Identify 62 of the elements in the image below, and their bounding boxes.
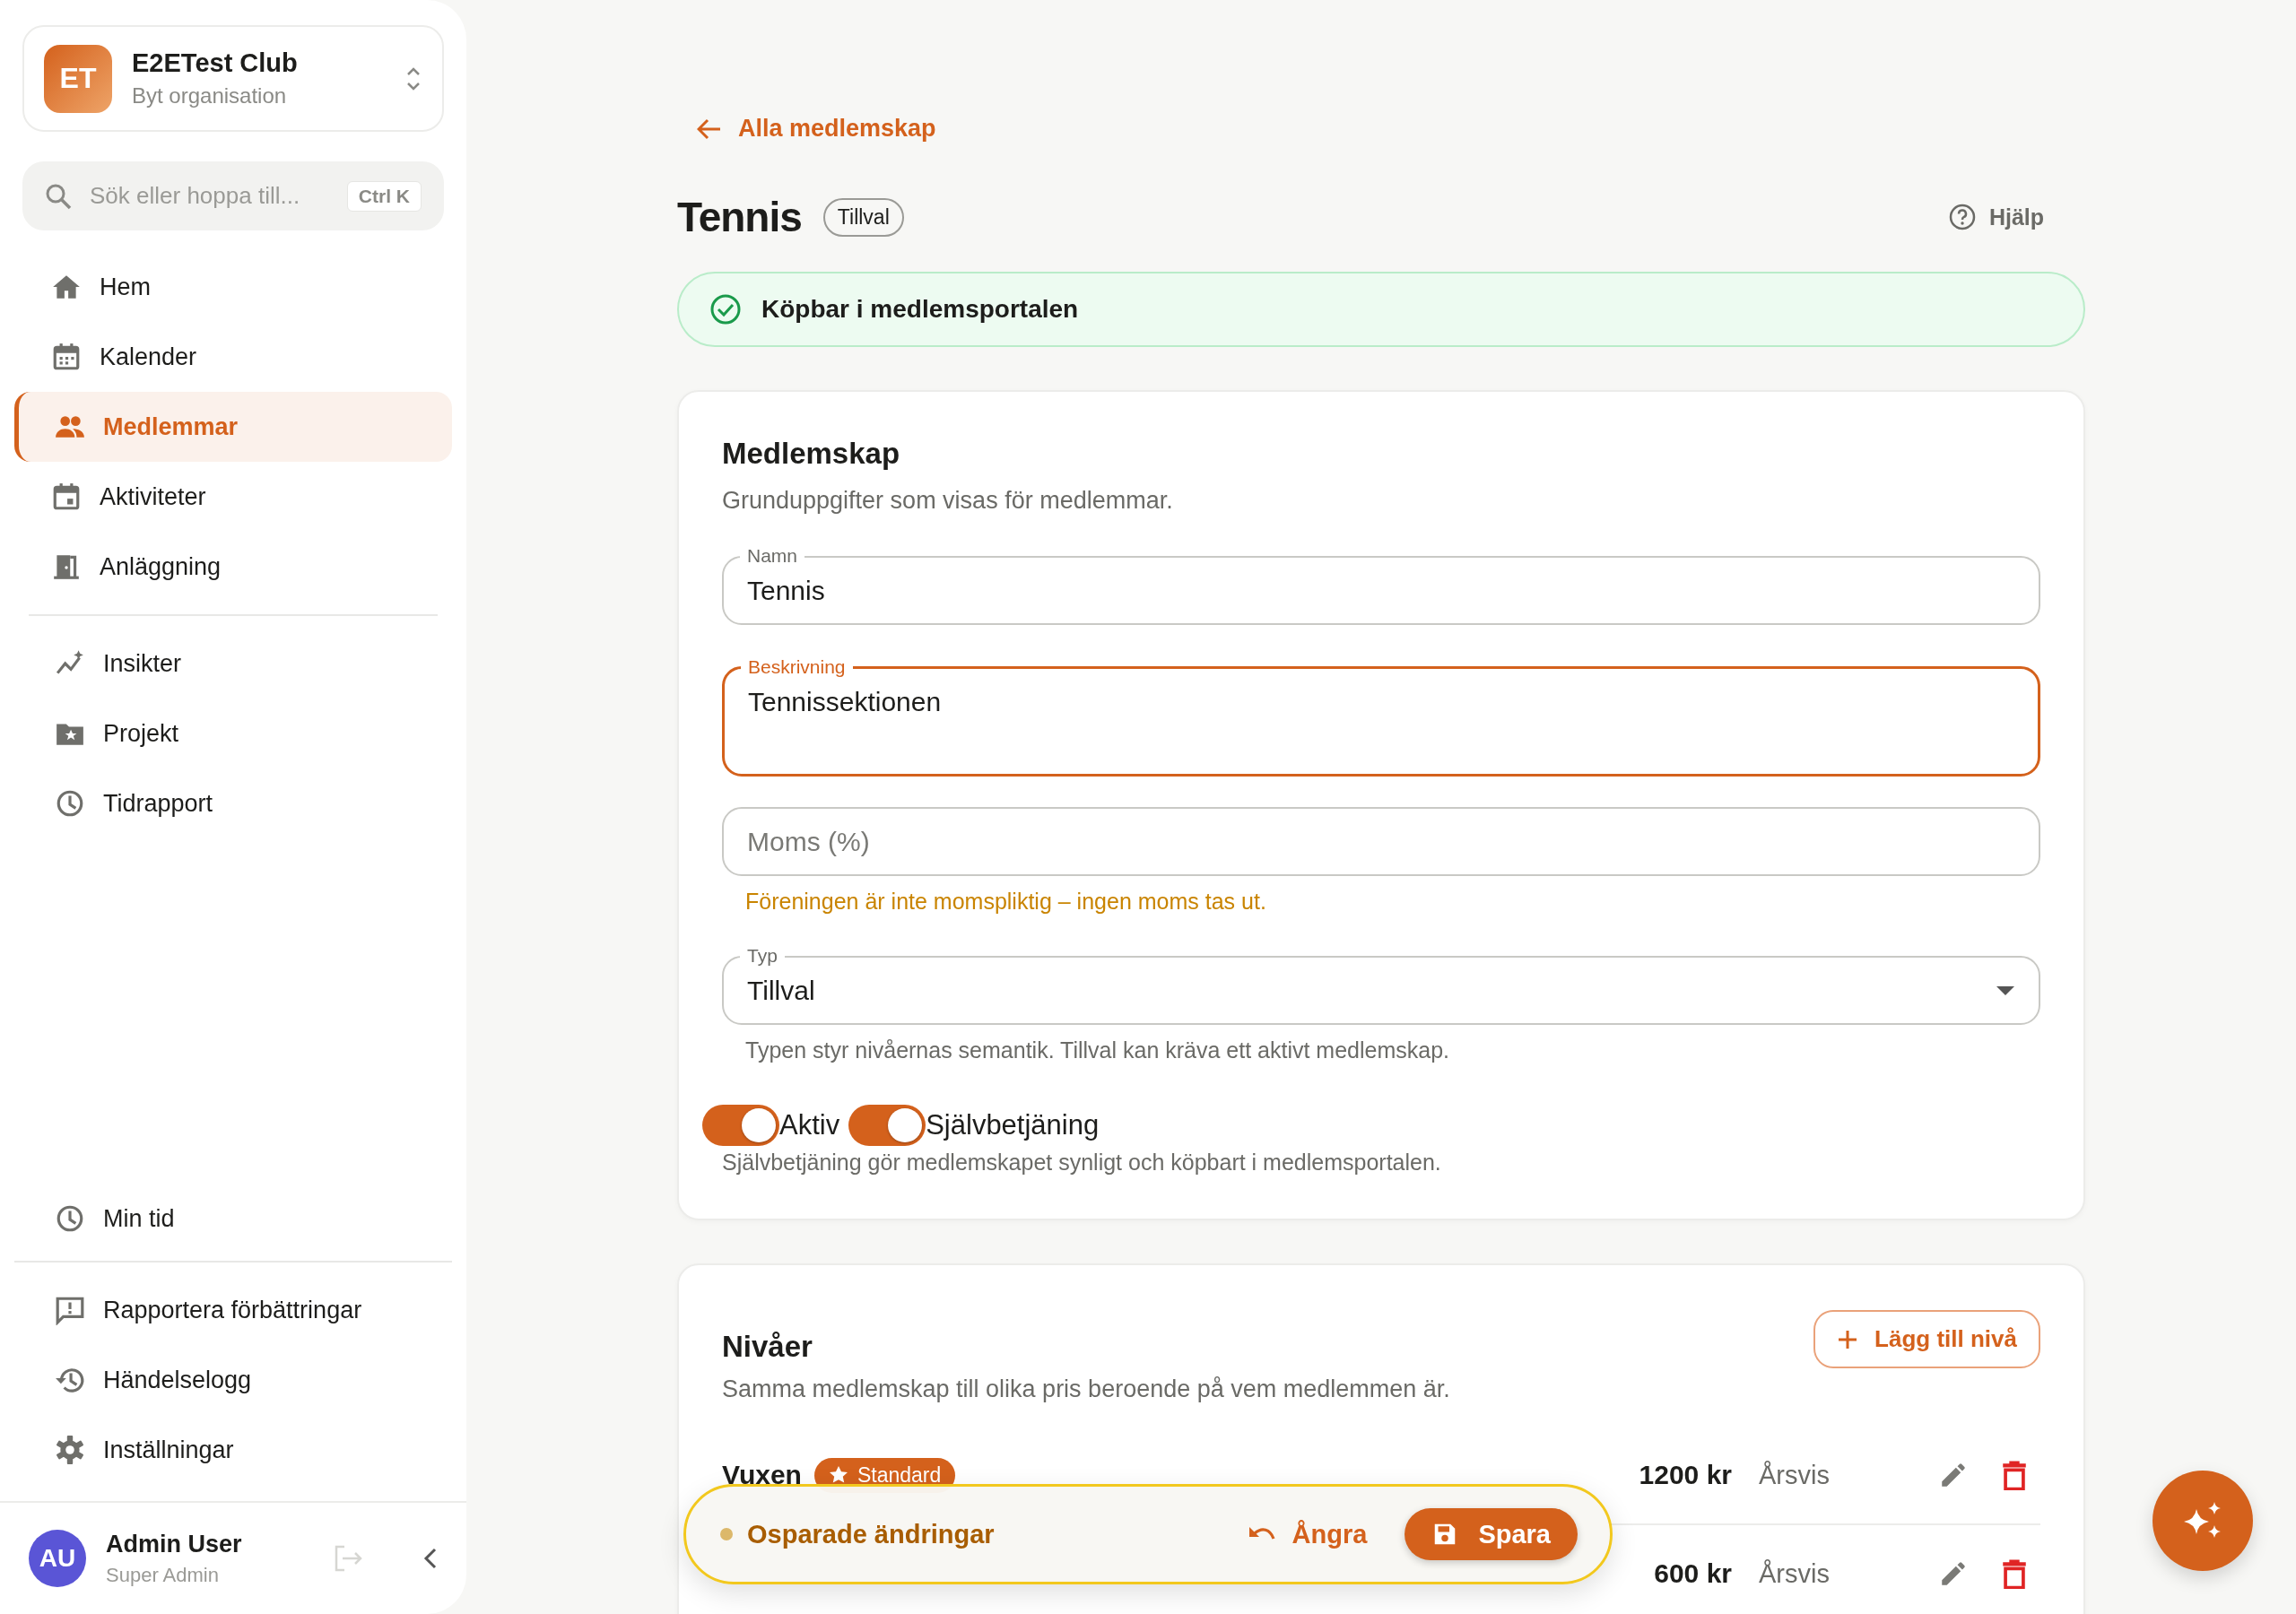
sidebar-item[interactable]: Tidrapport — [14, 768, 452, 838]
level-name: Vuxen — [722, 1460, 802, 1490]
help-button[interactable]: Hjälp — [1947, 203, 2044, 231]
sidebar-item[interactable]: Händelselogg — [14, 1345, 452, 1415]
star-icon — [828, 1465, 848, 1485]
toggle-label: Självbetjäning — [926, 1109, 1100, 1141]
sidebar-item[interactable]: Rapportera förbättringar — [14, 1275, 452, 1345]
level-price: 1200 kr — [1639, 1460, 1732, 1490]
settings-icon — [55, 1435, 85, 1465]
organization-switcher[interactable]: ET E2ETest Club Byt organisation — [22, 25, 444, 132]
unsaved-message: Osparade ändringar — [747, 1519, 996, 1549]
section-title: Nivåer — [722, 1330, 813, 1364]
type-badge: Tillval — [822, 197, 904, 237]
organization-name: E2ETest Club — [132, 48, 299, 78]
sidebar-item[interactable]: Projekt — [14, 699, 452, 768]
save-button[interactable]: Spara — [1405, 1508, 1578, 1560]
helper-text: Självbetjäning gör medlemskapet synligt och köpbart i medlemsportalen. — [722, 1150, 1442, 1176]
delete-icon[interactable] — [2001, 1460, 2028, 1490]
sidebar-item[interactable]: Hem — [14, 252, 452, 322]
status-text: Köpbar i medlemsportalen — [761, 295, 1079, 324]
organization-avatar: ET — [44, 44, 112, 113]
delete-icon[interactable] — [2001, 1558, 2028, 1589]
search-icon — [45, 182, 72, 210]
calendar-icon — [51, 342, 82, 372]
section-title: Medlemskap — [722, 437, 901, 471]
add-level-button[interactable]: Lägg till nivå — [1813, 1310, 2040, 1368]
collapse-chevron-icon[interactable] — [423, 1547, 438, 1570]
section-subtitle: Samma medlemskap till olika pris beroende på vem medlemmen är. — [722, 1375, 1451, 1403]
clock-icon — [55, 1203, 85, 1234]
user-role: Super Admin — [106, 1563, 220, 1587]
clock-icon — [55, 788, 85, 819]
feedback-icon — [55, 1295, 85, 1325]
helper-text: Typen styr nivåernas semantik. Tillval kan kräva ett aktivt medlemskap. — [745, 1037, 1451, 1063]
event-icon — [51, 482, 82, 512]
arrow-left-icon — [697, 117, 722, 140]
level-price: 600 kr — [1654, 1558, 1732, 1589]
section-subtitle: Grunduppgifter som visas för medlemmar. — [722, 487, 1174, 515]
check-circle-icon — [709, 293, 742, 325]
back-link[interactable]: Alla medlemskap — [697, 115, 936, 143]
undo-button[interactable]: Ångra — [1247, 1519, 1368, 1549]
shortcut-hint: Ctrl K — [346, 180, 422, 212]
sidebar-item[interactable]: Min tid — [14, 1184, 452, 1254]
toggle-label: Aktiv — [779, 1109, 840, 1141]
user-avatar: AU — [29, 1530, 86, 1587]
sidebar-item[interactable]: Insikter — [14, 629, 452, 699]
toggle-switch[interactable] — [848, 1105, 926, 1146]
sidebar-item[interactable]: Inställningar — [14, 1415, 452, 1485]
page-title: Tennis — [677, 193, 802, 241]
organization-subtitle: Byt organisation — [132, 83, 288, 108]
helper-text: Föreningen är inte momspliktig – ingen moms tas ut. — [745, 889, 1267, 915]
level-period: Årsvis — [1758, 1558, 1831, 1589]
toggle-switch[interactable] — [702, 1105, 779, 1146]
sidebar-item[interactable]: Anläggning — [14, 532, 452, 602]
status-dot — [720, 1528, 733, 1540]
help-icon — [1947, 203, 1977, 231]
dropdown-caret-icon — [1996, 985, 2015, 996]
sidebar-item[interactable]: Aktiviteter — [14, 462, 452, 532]
level-period: Årsvis — [1758, 1460, 1831, 1490]
plus-icon — [1837, 1328, 1859, 1350]
input-field[interactable]: Moms (%) — [722, 807, 2040, 876]
sidebar-item[interactable]: Kalender — [14, 322, 452, 392]
user-name: Admin User — [106, 1530, 243, 1558]
